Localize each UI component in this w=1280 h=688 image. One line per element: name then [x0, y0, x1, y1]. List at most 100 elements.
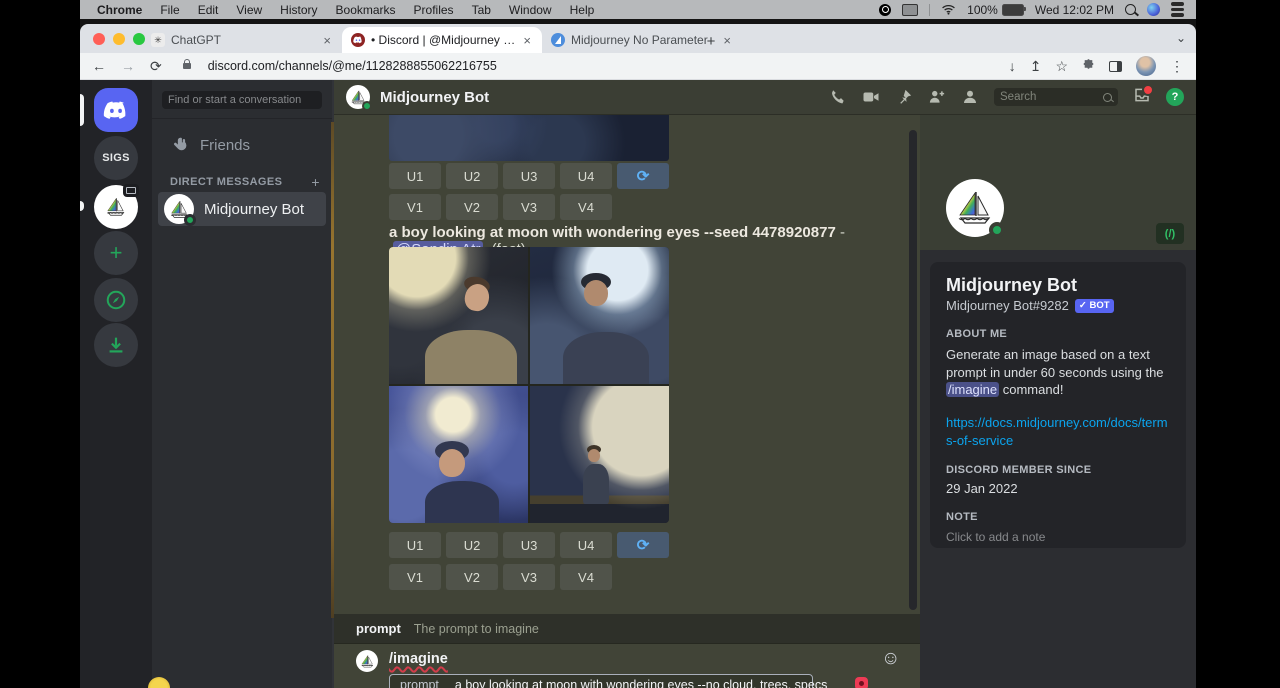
tab-close-icon[interactable]: ×: [721, 33, 733, 48]
tab-strip: ✳ ChatGPT × • Discord | @Midjourney Bot …: [80, 24, 1196, 53]
v2-button[interactable]: V2: [446, 564, 498, 590]
tab-close-icon[interactable]: ×: [321, 33, 333, 48]
v4-button[interactable]: V4: [560, 194, 612, 220]
reroll-button[interactable]: ⟳: [617, 532, 669, 558]
share-icon[interactable]: ↥: [1030, 58, 1042, 75]
create-dm-icon[interactable]: +: [311, 174, 320, 190]
tab-chatgpt[interactable]: ✳ ChatGPT ×: [142, 27, 342, 53]
menu-item-profiles[interactable]: Profiles: [405, 3, 463, 17]
active-slash-command: /imagine: [389, 651, 448, 667]
reload-button[interactable]: ⟳: [150, 58, 162, 75]
v3-button[interactable]: V3: [503, 194, 555, 220]
slash-command-autocomplete[interactable]: prompt The prompt to imagine: [334, 614, 920, 644]
sidebar-item-friends[interactable]: Friends: [160, 130, 324, 160]
about-me-header: ABOUT ME: [946, 328, 1170, 340]
grid-image-1[interactable]: [389, 247, 528, 384]
chrome-window: ✳ ChatGPT × • Discord | @Midjourney Bot …: [80, 24, 1196, 688]
inbox-button[interactable]: [1133, 86, 1151, 109]
extensions-icon[interactable]: [1082, 58, 1095, 74]
command-option-input[interactable]: prompt a boy looking at moon with wonder…: [389, 674, 813, 688]
dm-item-midjourney-bot[interactable]: Midjourney Bot: [158, 192, 326, 226]
display-mirroring-icon[interactable]: [902, 4, 918, 16]
v1-button[interactable]: V1: [389, 564, 441, 590]
tab-discord[interactable]: • Discord | @Midjourney Bot ×: [342, 27, 542, 53]
video-call-icon[interactable]: [862, 88, 880, 106]
grid-image-3[interactable]: [389, 386, 528, 523]
chat-scrollbar[interactable]: [909, 130, 917, 610]
add-friends-to-dm-icon[interactable]: [928, 88, 946, 106]
imagine-command-highlight[interactable]: /imagine: [946, 382, 999, 397]
control-center-icon[interactable]: [1171, 2, 1184, 17]
discord-home-button[interactable]: [94, 88, 138, 132]
screen-record-stop-icon[interactable]: [879, 4, 891, 16]
new-tab-button[interactable]: +: [700, 30, 722, 52]
reroll-button[interactable]: ⟳: [617, 163, 669, 189]
close-window-button[interactable]: [93, 33, 105, 45]
u3-button[interactable]: U3: [503, 163, 555, 189]
bookmark-star-icon[interactable]: ☆: [1055, 58, 1068, 75]
menu-item-edit[interactable]: Edit: [189, 3, 228, 17]
v4-button[interactable]: V4: [560, 564, 612, 590]
v1-button[interactable]: V1: [389, 194, 441, 220]
u3-button[interactable]: U3: [503, 532, 555, 558]
tab-list-chevron-icon[interactable]: ⌄: [1176, 31, 1186, 45]
menu-item-file[interactable]: File: [151, 3, 188, 17]
user-profile-toggle-icon[interactable]: [961, 88, 979, 106]
siri-icon[interactable]: [1147, 3, 1160, 16]
wifi-icon[interactable]: [941, 4, 956, 15]
chat-search-input[interactable]: Search: [994, 88, 1118, 106]
explore-servers-button[interactable]: [94, 278, 138, 322]
sailboat-icon: [955, 188, 995, 228]
browser-menu-kebab-icon[interactable]: ⋮: [1170, 58, 1184, 75]
previous-grid-image[interactable]: [389, 115, 669, 161]
forward-button[interactable]: →: [121, 58, 135, 74]
server-sigs[interactable]: SIGS: [94, 136, 138, 180]
menu-item-view[interactable]: View: [227, 3, 271, 17]
profile-name: Midjourney Bot: [946, 275, 1170, 296]
v2-button[interactable]: V2: [446, 194, 498, 220]
side-panel-icon[interactable]: [1109, 61, 1122, 72]
member-since-value: 29 Jan 2022: [946, 481, 1170, 496]
u1-button[interactable]: U1: [389, 532, 441, 558]
profile-avatar[interactable]: [946, 179, 1004, 237]
grid-image-4[interactable]: [530, 386, 669, 523]
pinned-messages-icon[interactable]: [895, 88, 913, 106]
note-input-placeholder[interactable]: Click to add a note: [946, 530, 1170, 544]
u1-button[interactable]: U1: [389, 163, 441, 189]
menu-item-window[interactable]: Window: [500, 3, 561, 17]
v3-button[interactable]: V3: [503, 564, 555, 590]
profile-tag: Midjourney Bot#9282: [946, 298, 1069, 313]
menubar-clock[interactable]: Wed 12:02 PM: [1035, 3, 1114, 17]
minimize-window-button[interactable]: [113, 33, 125, 45]
chat-title: Midjourney Bot: [380, 89, 489, 106]
conversation-search[interactable]: Find or start a conversation: [162, 91, 322, 109]
menu-item-history[interactable]: History: [271, 3, 326, 17]
add-server-button[interactable]: +: [94, 231, 138, 275]
variation-button-row: V1 V2 V3 V4: [389, 564, 612, 590]
spotlight-icon[interactable]: [1125, 4, 1136, 15]
back-button[interactable]: ←: [92, 58, 106, 74]
help-button[interactable]: ?: [1166, 88, 1184, 106]
terms-of-service-link[interactable]: https://docs.midjourney.com/docs/terms-o…: [946, 414, 1171, 449]
u2-button[interactable]: U2: [446, 163, 498, 189]
generated-image-grid[interactable]: [389, 247, 669, 523]
menu-item-bookmarks[interactable]: Bookmarks: [327, 3, 405, 17]
address-bar[interactable]: discord.com/channels/@me/112828885506221…: [208, 59, 497, 73]
u4-button[interactable]: U4: [560, 532, 612, 558]
u4-button[interactable]: U4: [560, 163, 612, 189]
grid-image-2[interactable]: [530, 247, 669, 384]
dm-header[interactable]: DIRECT MESSAGES: [170, 176, 282, 188]
menu-item-help[interactable]: Help: [561, 3, 604, 17]
u2-button[interactable]: U2: [446, 532, 498, 558]
download-apps-button[interactable]: [94, 323, 138, 367]
emoji-picker-icon[interactable]: ☺: [881, 648, 900, 670]
tab-close-icon[interactable]: ×: [521, 33, 533, 48]
menu-item-tab[interactable]: Tab: [463, 3, 500, 17]
voice-call-icon[interactable]: [829, 88, 847, 106]
menu-app-name[interactable]: Chrome: [88, 3, 151, 17]
record-indicator-badge: [855, 677, 868, 688]
battery-status[interactable]: 100%: [967, 3, 1024, 17]
site-security-lock-icon[interactable]: [183, 63, 191, 69]
browser-profile-avatar[interactable]: [1136, 56, 1156, 76]
download-icon[interactable]: ↓: [1009, 58, 1016, 74]
